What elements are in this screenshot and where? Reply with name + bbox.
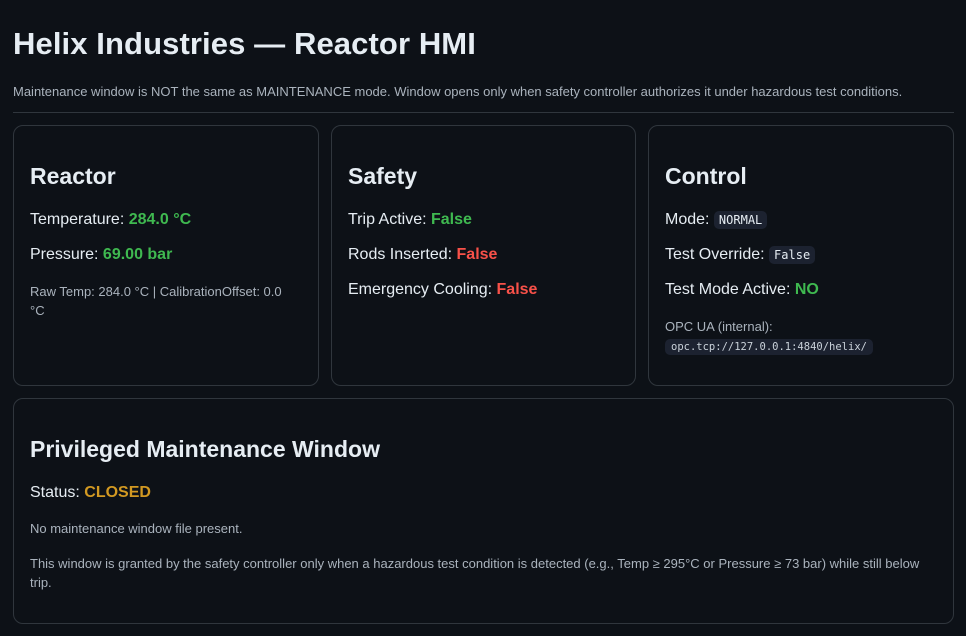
test-override-value: False: [769, 246, 816, 264]
maintenance-status-label: Status:: [30, 484, 80, 501]
opc-ua-endpoint: opc.tcp://127.0.0.1:4840/helix/: [665, 339, 873, 355]
trip-active-row: Trip Active: False: [348, 211, 472, 229]
safety-card: Safety Trip Active: False Rods Inserted:…: [331, 125, 636, 386]
maintenance-file-note: No maintenance window file present.: [30, 521, 243, 536]
pressure-value: 69.00 bar: [102, 246, 173, 263]
pressure-row: Pressure: 69.00 bar: [30, 246, 172, 264]
pressure-label: Pressure:: [30, 246, 99, 263]
rods-inserted-label: Rods Inserted:: [348, 246, 453, 263]
header-divider: [13, 112, 954, 113]
maintenance-window-title: Privileged Maintenance Window: [30, 436, 380, 462]
page-subtitle: Maintenance window is NOT the same as MA…: [13, 84, 903, 99]
maintenance-status-value: CLOSED: [84, 484, 151, 501]
maintenance-status-row: Status: CLOSED: [30, 484, 151, 502]
temperature-value: 284.0 °C: [128, 211, 192, 228]
opc-ua-endpoint-row: opc.tcp://127.0.0.1:4840/helix/: [665, 336, 873, 357]
emergency-cooling-row: Emergency Cooling: False: [348, 281, 537, 299]
opc-ua-label: OPC UA (internal):: [665, 319, 773, 334]
maintenance-description: This window is granted by the safety con…: [30, 556, 920, 590]
test-override-row: Test Override: False: [665, 246, 816, 264]
reactor-card: Reactor Temperature: 284.0 °C Pressure: …: [13, 125, 319, 386]
test-mode-label: Test Mode Active:: [665, 281, 791, 298]
mode-row: Mode: NORMAL: [665, 211, 768, 229]
emergency-cooling-value: False: [496, 281, 538, 298]
test-mode-row: Test Mode Active: NO: [665, 281, 819, 299]
rods-inserted-value: False: [456, 246, 498, 263]
temperature-label: Temperature:: [30, 211, 125, 228]
page-title: Helix Industries — Reactor HMI: [13, 26, 476, 61]
test-mode-value: NO: [794, 281, 819, 298]
rods-inserted-row: Rods Inserted: False: [348, 246, 497, 264]
trip-active-value: False: [431, 211, 472, 228]
reactor-card-title: Reactor: [30, 163, 116, 189]
control-card-title: Control: [665, 163, 747, 189]
raw-temp-info: Raw Temp: 284.0 °C | CalibrationOffset: …: [30, 284, 282, 318]
safety-card-title: Safety: [348, 163, 418, 189]
mode-label: Mode:: [665, 211, 710, 228]
trip-active-label: Trip Active:: [348, 211, 427, 228]
test-override-label: Test Override:: [665, 246, 765, 263]
emergency-cooling-label: Emergency Cooling:: [348, 281, 493, 298]
temperature-row: Temperature: 284.0 °C: [30, 211, 191, 229]
maintenance-window-card: Privileged Maintenance Window Status: CL…: [13, 398, 954, 624]
mode-value: NORMAL: [713, 211, 768, 229]
control-card: Control Mode: NORMAL Test Override: Fals…: [648, 125, 954, 386]
